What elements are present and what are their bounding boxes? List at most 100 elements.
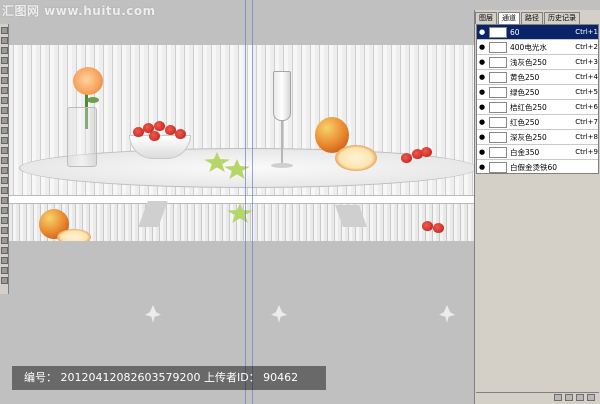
channel-thumbnail — [489, 146, 507, 158]
tool-palette[interactable] — [0, 24, 9, 294]
tool-button[interactable] — [1, 167, 8, 174]
tool-button[interactable] — [1, 217, 8, 224]
vertical-guide[interactable] — [245, 0, 246, 404]
tool-button[interactable] — [1, 147, 8, 154]
channel-row[interactable]: ● 桔红色250 Ctrl+6 — [477, 100, 598, 115]
eye-icon[interactable]: ● — [477, 118, 487, 126]
tool-button[interactable] — [1, 107, 8, 114]
tool-button[interactable] — [1, 37, 8, 44]
channel-shortcut: Ctrl+5 — [575, 88, 598, 96]
watermark-icon — [271, 305, 287, 323]
channel-row[interactable]: ● 绿色250 Ctrl+5 — [477, 85, 598, 100]
tool-button[interactable] — [1, 267, 8, 274]
channel-row[interactable]: ● 深灰色250 Ctrl+8 — [477, 130, 598, 145]
vertical-guide[interactable] — [252, 0, 253, 404]
channel-shortcut: Ctrl+8 — [575, 133, 598, 141]
tool-button[interactable] — [1, 87, 8, 94]
channel-row[interactable]: ● 浅灰色250 Ctrl+3 — [477, 55, 598, 70]
channel-thumbnail — [489, 26, 507, 38]
eye-icon[interactable]: ● — [477, 43, 487, 51]
document-canvas[interactable] — [9, 0, 474, 404]
rose-flower — [73, 67, 103, 95]
panel-footer-buttons[interactable] — [476, 392, 599, 402]
strawberry — [422, 221, 433, 231]
table-edge-band — [9, 195, 474, 204]
tool-button[interactable] — [1, 97, 8, 104]
tool-button[interactable] — [1, 197, 8, 204]
channel-name: 绿色250 — [510, 87, 540, 97]
wine-glass — [271, 71, 293, 171]
tool-button[interactable] — [1, 117, 8, 124]
tool-button[interactable] — [1, 207, 8, 214]
channel-name: 400电光水 — [510, 42, 547, 52]
channel-name: 桔红色250 — [510, 102, 547, 112]
tool-button[interactable] — [1, 57, 8, 64]
channel-shortcut: Ctrl+6 — [575, 103, 598, 111]
eye-icon[interactable]: ● — [477, 103, 487, 111]
channel-name: 深灰色250 — [510, 132, 547, 142]
channel-name: 白金350 — [510, 147, 540, 157]
strawberry — [149, 131, 160, 141]
tool-button[interactable] — [1, 67, 8, 74]
site-watermark: 汇图网 www.huitu.com — [2, 4, 156, 18]
eye-icon[interactable]: ● — [477, 163, 487, 171]
eye-icon[interactable]: ● — [477, 58, 487, 66]
tool-button[interactable] — [1, 77, 8, 84]
channel-shortcut: Ctrl+9 — [575, 148, 598, 156]
rose-leaf — [87, 97, 99, 103]
tool-button[interactable] — [1, 237, 8, 244]
tool-button[interactable] — [1, 157, 8, 164]
strawberry — [154, 121, 165, 131]
load-channel-as-selection-button[interactable] — [554, 394, 562, 401]
tool-button[interactable] — [1, 247, 8, 254]
tab-0[interactable]: 图层 — [475, 12, 497, 24]
new-channel-button[interactable] — [576, 394, 584, 401]
tab-2[interactable]: 路径 — [521, 12, 543, 24]
channel-shortcut: Ctrl+3 — [575, 58, 598, 66]
channel-row[interactable]: ● 400电光水 Ctrl+2 — [477, 40, 598, 55]
channel-list[interactable]: ● 60 Ctrl+1 ● 400电光水 Ctrl+2 ● 浅灰色250 Ctrl+3 ● 黄色25… — [476, 24, 599, 175]
channel-name: 红色250 — [510, 117, 540, 127]
eye-icon[interactable]: ● — [477, 88, 487, 96]
panel-empty-area — [476, 174, 599, 392]
tool-button[interactable] — [1, 277, 8, 284]
tool-button[interactable] — [1, 127, 8, 134]
strawberry — [433, 223, 444, 233]
eye-icon[interactable]: ● — [477, 133, 487, 141]
strawberry — [401, 153, 412, 163]
tab-1[interactable]: 通道 — [498, 12, 520, 24]
eye-icon[interactable]: ● — [477, 148, 487, 156]
channel-thumbnail — [489, 86, 507, 98]
tool-button[interactable] — [1, 47, 8, 54]
channel-shortcut: Ctrl+4 — [575, 73, 598, 81]
channel-row[interactable]: ● 红色250 Ctrl+7 — [477, 115, 598, 130]
channel-row[interactable]: ● 60 Ctrl+1 — [477, 25, 598, 40]
channels-panel[interactable]: 图层 通道 路径 历史记录 ● 60 Ctrl+1 ● 400电光水 Ctrl+2 ● 浅灰色250… — [474, 10, 600, 404]
tool-button[interactable] — [1, 187, 8, 194]
channel-thumbnail — [489, 101, 507, 113]
channel-thumbnail — [489, 131, 507, 143]
tool-button[interactable] — [1, 27, 8, 34]
channel-row[interactable]: ● 白假金烫铁60 — [477, 160, 598, 175]
watermark-icon — [145, 305, 161, 323]
channel-name: 浅灰色250 — [510, 57, 547, 67]
tool-button[interactable] — [1, 177, 8, 184]
save-selection-as-channel-button[interactable] — [565, 394, 573, 401]
tool-button[interactable] — [1, 227, 8, 234]
tool-button[interactable] — [1, 137, 8, 144]
channel-shortcut: Ctrl+2 — [575, 43, 598, 51]
panel-tabs[interactable]: 图层 通道 路径 历史记录 — [475, 10, 600, 24]
channel-thumbnail — [489, 71, 507, 83]
eye-icon[interactable]: ● — [477, 73, 487, 81]
channel-row[interactable]: ● 黄色250 Ctrl+4 — [477, 70, 598, 85]
eye-icon[interactable]: ● — [477, 28, 487, 36]
channel-name: 60 — [510, 27, 520, 37]
watermark-icon — [439, 305, 455, 323]
channel-name: 白假金烫铁60 — [510, 162, 558, 172]
channel-row[interactable]: ● 白金350 Ctrl+9 — [477, 145, 598, 160]
strawberry — [421, 147, 432, 157]
delete-channel-icon[interactable] — [587, 394, 595, 401]
tool-button[interactable] — [1, 257, 8, 264]
apple-half — [57, 229, 91, 241]
tab-3[interactable]: 历史记录 — [544, 12, 580, 24]
